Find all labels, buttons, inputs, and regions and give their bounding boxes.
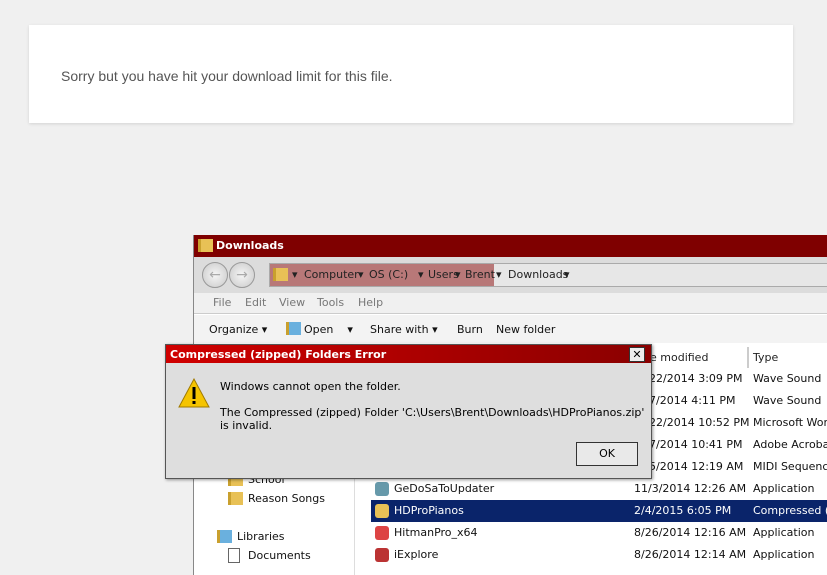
forward-button[interactable]: → bbox=[229, 262, 255, 288]
file-name: iExplore bbox=[394, 548, 439, 561]
file-date: 7/2014 4:11 PM bbox=[649, 394, 736, 407]
explorer-titlebar[interactable]: Downloads bbox=[194, 235, 827, 257]
share-with-button[interactable]: Share with ▾ bbox=[370, 323, 438, 336]
nav-libraries[interactable]: Libraries bbox=[237, 530, 285, 543]
crumb-downloads[interactable]: Downloads bbox=[508, 268, 568, 281]
dialog-titlebar[interactable]: Compressed (zipped) Folders Error ✕ bbox=[166, 345, 651, 363]
open-label: Open bbox=[304, 323, 334, 336]
open-icon bbox=[286, 322, 301, 335]
file-type: Microsoft Word bbox=[753, 416, 827, 429]
file-row[interactable]: HDProPianos 2/4/2015 6:05 PM Compressed … bbox=[371, 500, 827, 522]
file-date: 11/3/2014 12:26 AM bbox=[634, 482, 747, 495]
dialog-message: Windows cannot open the folder. bbox=[220, 380, 401, 393]
file-date: 2/4/2015 6:05 PM bbox=[634, 504, 732, 517]
file-icon bbox=[375, 504, 389, 518]
file-icon bbox=[375, 548, 389, 562]
file-type: Adobe Acrobat bbox=[753, 438, 827, 451]
organize-button[interactable]: Organize ▾ bbox=[209, 323, 267, 336]
chevron-down-icon[interactable]: ▾ bbox=[564, 268, 570, 281]
download-limit-message: Sorry but you have hit your download lim… bbox=[61, 68, 393, 84]
organize-label: Organize bbox=[209, 323, 259, 336]
file-type: Application bbox=[753, 526, 815, 539]
nav-documents[interactable]: Documents bbox=[248, 549, 311, 562]
file-icon bbox=[375, 526, 389, 540]
warning-icon bbox=[178, 378, 210, 408]
chevron-down-icon[interactable]: ▾ bbox=[292, 268, 298, 281]
file-date: 22/2014 3:09 PM bbox=[649, 372, 743, 385]
chevron-down-icon[interactable]: ▾ bbox=[496, 268, 502, 281]
file-name: GeDoSaToUpdater bbox=[394, 482, 495, 495]
menu-edit[interactable]: Edit bbox=[245, 296, 266, 309]
file-name: HitmanPro_x64 bbox=[394, 526, 478, 539]
file-icon bbox=[375, 482, 389, 496]
file-name: HDProPianos bbox=[394, 504, 464, 517]
address-row: ← → ▾ Computer ▾ OS (C:) ▾ Users ▾ Brent… bbox=[194, 257, 827, 294]
crumb-brent[interactable]: Brent bbox=[465, 268, 495, 281]
file-type: Wave Sound bbox=[753, 394, 822, 407]
new-folder-button[interactable]: New folder bbox=[496, 323, 555, 336]
file-type: MIDI Sequence bbox=[753, 460, 827, 473]
file-row[interactable]: iExplore 8/26/2014 12:14 AM Application bbox=[371, 544, 827, 566]
share-label: Share with bbox=[370, 323, 429, 336]
error-dialog: Compressed (zipped) Folders Error ✕ Wind… bbox=[165, 344, 652, 479]
folder-icon bbox=[228, 492, 243, 505]
file-date: 7/2014 10:41 PM bbox=[649, 438, 743, 451]
address-bar[interactable]: ▾ Computer ▾ OS (C:) ▾ Users ▾ Brent ▾ D… bbox=[269, 263, 827, 287]
file-date: 22/2014 10:52 PM bbox=[649, 416, 750, 429]
file-type: Compressed (zip bbox=[753, 504, 827, 517]
menu-bar: File Edit View Tools Help bbox=[194, 293, 827, 314]
window-title: Downloads bbox=[216, 239, 284, 252]
nav-reason-songs[interactable]: Reason Songs bbox=[248, 492, 325, 505]
column-type-label: Type bbox=[753, 351, 779, 364]
menu-help[interactable]: Help bbox=[358, 296, 383, 309]
document-icon bbox=[228, 548, 240, 563]
ok-button[interactable]: OK bbox=[576, 442, 638, 466]
column-type[interactable]: Type bbox=[748, 347, 827, 368]
dialog-detail: The Compressed (zipped) Folder 'C:\Users… bbox=[220, 406, 645, 432]
file-date: 8/26/2014 12:14 AM bbox=[634, 548, 747, 561]
open-button[interactable]: Open ▾ bbox=[304, 323, 353, 336]
file-row[interactable]: GeDoSaToUpdater 11/3/2014 12:26 AM Appli… bbox=[371, 478, 827, 500]
file-type: Application bbox=[753, 548, 815, 561]
file-type: Application bbox=[753, 482, 815, 495]
back-button[interactable]: ← bbox=[202, 262, 228, 288]
file-row[interactable]: HitmanPro_x64 8/26/2014 12:16 AM Applica… bbox=[371, 522, 827, 544]
crumb-os[interactable]: OS (C:) bbox=[369, 268, 408, 281]
menu-tools[interactable]: Tools bbox=[317, 296, 344, 309]
file-type: Wave Sound bbox=[753, 372, 822, 385]
file-date: 5/2014 12:19 AM bbox=[649, 460, 744, 473]
file-date: 8/26/2014 12:16 AM bbox=[634, 526, 747, 539]
menu-view[interactable]: View bbox=[279, 296, 305, 309]
folder-icon bbox=[198, 239, 213, 252]
libraries-icon bbox=[217, 530, 232, 543]
dialog-title: Compressed (zipped) Folders Error bbox=[170, 348, 387, 361]
chevron-down-icon[interactable]: ▾ bbox=[418, 268, 424, 281]
command-bar: Organize ▾ Open ▾ Share with ▾ Burn New … bbox=[194, 315, 827, 343]
download-limit-card: Sorry but you have hit your download lim… bbox=[29, 25, 793, 123]
folder-icon bbox=[273, 268, 288, 281]
menu-file[interactable]: File bbox=[213, 296, 231, 309]
chevron-down-icon[interactable]: ▾ bbox=[358, 268, 364, 281]
crumb-computer[interactable]: Computer bbox=[304, 268, 359, 281]
close-button[interactable]: ✕ bbox=[629, 347, 645, 362]
burn-button[interactable]: Burn bbox=[457, 323, 483, 336]
chevron-down-icon[interactable]: ▾ bbox=[455, 268, 461, 281]
